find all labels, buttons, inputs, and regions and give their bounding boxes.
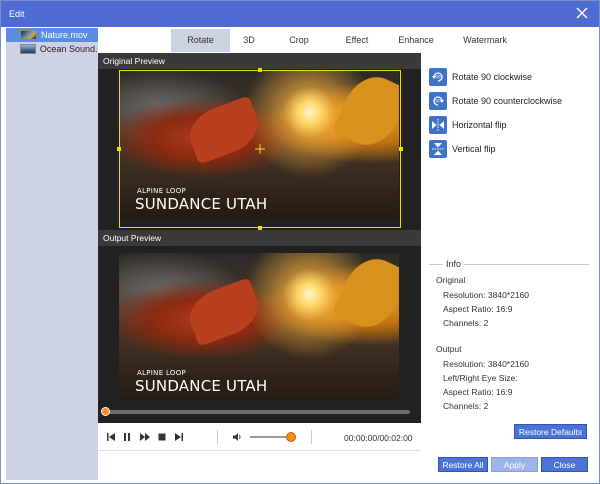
action-label: Vertical flip <box>452 144 496 154</box>
original-info-heading: Original <box>436 275 466 285</box>
restore-defaults-button[interactable]: Restore Defaults <box>514 424 587 439</box>
rotate-counterclockwise-button[interactable]: 90 Rotate 90 counterclockwise <box>429 92 562 110</box>
volume-icon[interactable] <box>232 432 242 442</box>
horizontal-flip-icon <box>429 116 447 134</box>
action-label: Rotate 90 counterclockwise <box>452 96 563 106</box>
divider <box>217 430 218 444</box>
output-eye-size: Left/Right Eye Size: <box>443 373 518 383</box>
tab-rotate[interactable]: Rotate <box>171 29 230 52</box>
divider <box>311 430 312 444</box>
output-resolution: Resolution: 3840*2160 <box>443 359 530 369</box>
leaf-shape <box>331 253 399 337</box>
video-thumbnail <box>20 30 37 40</box>
output-aspect-ratio: Aspect Ratio: 16:9 <box>443 387 513 397</box>
title-bar: Edit <box>1 1 599 27</box>
rotate-clockwise-icon: 90 <box>429 68 447 86</box>
file-item-nature[interactable]: Nature.mov <box>6 28 98 42</box>
file-list: Nature.mov Ocean Sound... <box>6 28 98 480</box>
edit-window: Edit Nature.mov Ocean Sound... Rotate 3D… <box>0 0 600 484</box>
skip-forward-icon[interactable] <box>174 432 184 442</box>
video-overlay-title: SUNDANCE UTAH <box>135 377 268 395</box>
timeline-track[interactable] <box>105 410 410 414</box>
crop-handle-left[interactable] <box>117 147 121 151</box>
volume-knob[interactable] <box>286 432 296 442</box>
player-controls: 00:00:00/00:02:00 <box>98 423 421 451</box>
edit-tabs: Rotate 3D Crop Effect Enhance Watermark <box>169 29 529 52</box>
original-channels: Channels: 2 <box>443 318 489 328</box>
preview-panel: Original Preview ALPINE LOOP SUNDANCE UT… <box>98 53 421 423</box>
skip-back-icon[interactable] <box>106 432 116 442</box>
close-icon[interactable] <box>575 6 589 20</box>
crop-handle-right[interactable] <box>399 147 403 151</box>
original-preview-label: Original Preview <box>98 53 421 69</box>
file-name: Nature.mov <box>41 30 88 40</box>
close-button[interactable]: Close <box>541 457 588 472</box>
original-resolution: Resolution: 3840*2160 <box>443 290 530 300</box>
vertical-flip-button[interactable]: Vertical flip <box>429 140 496 158</box>
stop-icon[interactable] <box>157 432 167 442</box>
restore-all-button[interactable]: Restore All <box>438 457 488 472</box>
timeline-knob[interactable] <box>101 407 110 416</box>
time-display: 00:00:00/00:02:00 <box>344 433 413 443</box>
rotate-options-panel: 90 Rotate 90 clockwise 90 Rotate 90 coun… <box>421 53 599 451</box>
window-title: Edit <box>9 9 25 19</box>
apply-button[interactable]: Apply <box>491 457 538 472</box>
file-item-ocean-sound[interactable]: Ocean Sound... <box>6 42 98 56</box>
tab-watermark[interactable]: Watermark <box>455 29 515 52</box>
video-overlay-subtitle: ALPINE LOOP <box>137 369 187 377</box>
horizontal-flip-button[interactable]: Horizontal flip <box>429 116 507 134</box>
tab-crop[interactable]: Crop <box>279 29 319 52</box>
svg-text:90: 90 <box>435 75 441 80</box>
output-info-heading: Output <box>436 344 462 354</box>
tab-enhance[interactable]: Enhance <box>391 29 441 52</box>
leaf-shape <box>182 277 266 347</box>
action-label: Rotate 90 clockwise <box>452 72 533 82</box>
vertical-flip-icon <box>429 140 447 158</box>
crop-handle-top[interactable] <box>258 68 262 72</box>
rotate-counterclockwise-icon: 90 <box>429 92 447 110</box>
original-aspect-ratio: Aspect Ratio: 16:9 <box>443 304 513 314</box>
output-preview-label: Output Preview <box>98 230 421 246</box>
svg-text:90: 90 <box>435 99 441 104</box>
file-name: Ocean Sound... <box>39 44 98 54</box>
pause-icon[interactable] <box>122 432 132 442</box>
action-label: Horizontal flip <box>452 120 507 130</box>
video-thumbnail <box>20 44 36 54</box>
tab-3d[interactable]: 3D <box>230 29 268 52</box>
output-channels: Channels: 2 <box>443 401 489 411</box>
crosshair-icon <box>255 144 265 154</box>
rotate-clockwise-button[interactable]: 90 Rotate 90 clockwise <box>429 68 532 86</box>
info-title: Info <box>443 259 465 269</box>
tab-effect[interactable]: Effect <box>335 29 379 52</box>
fast-forward-icon[interactable] <box>140 432 150 442</box>
output-video-frame: ALPINE LOOP SUNDANCE UTAH <box>119 253 399 401</box>
